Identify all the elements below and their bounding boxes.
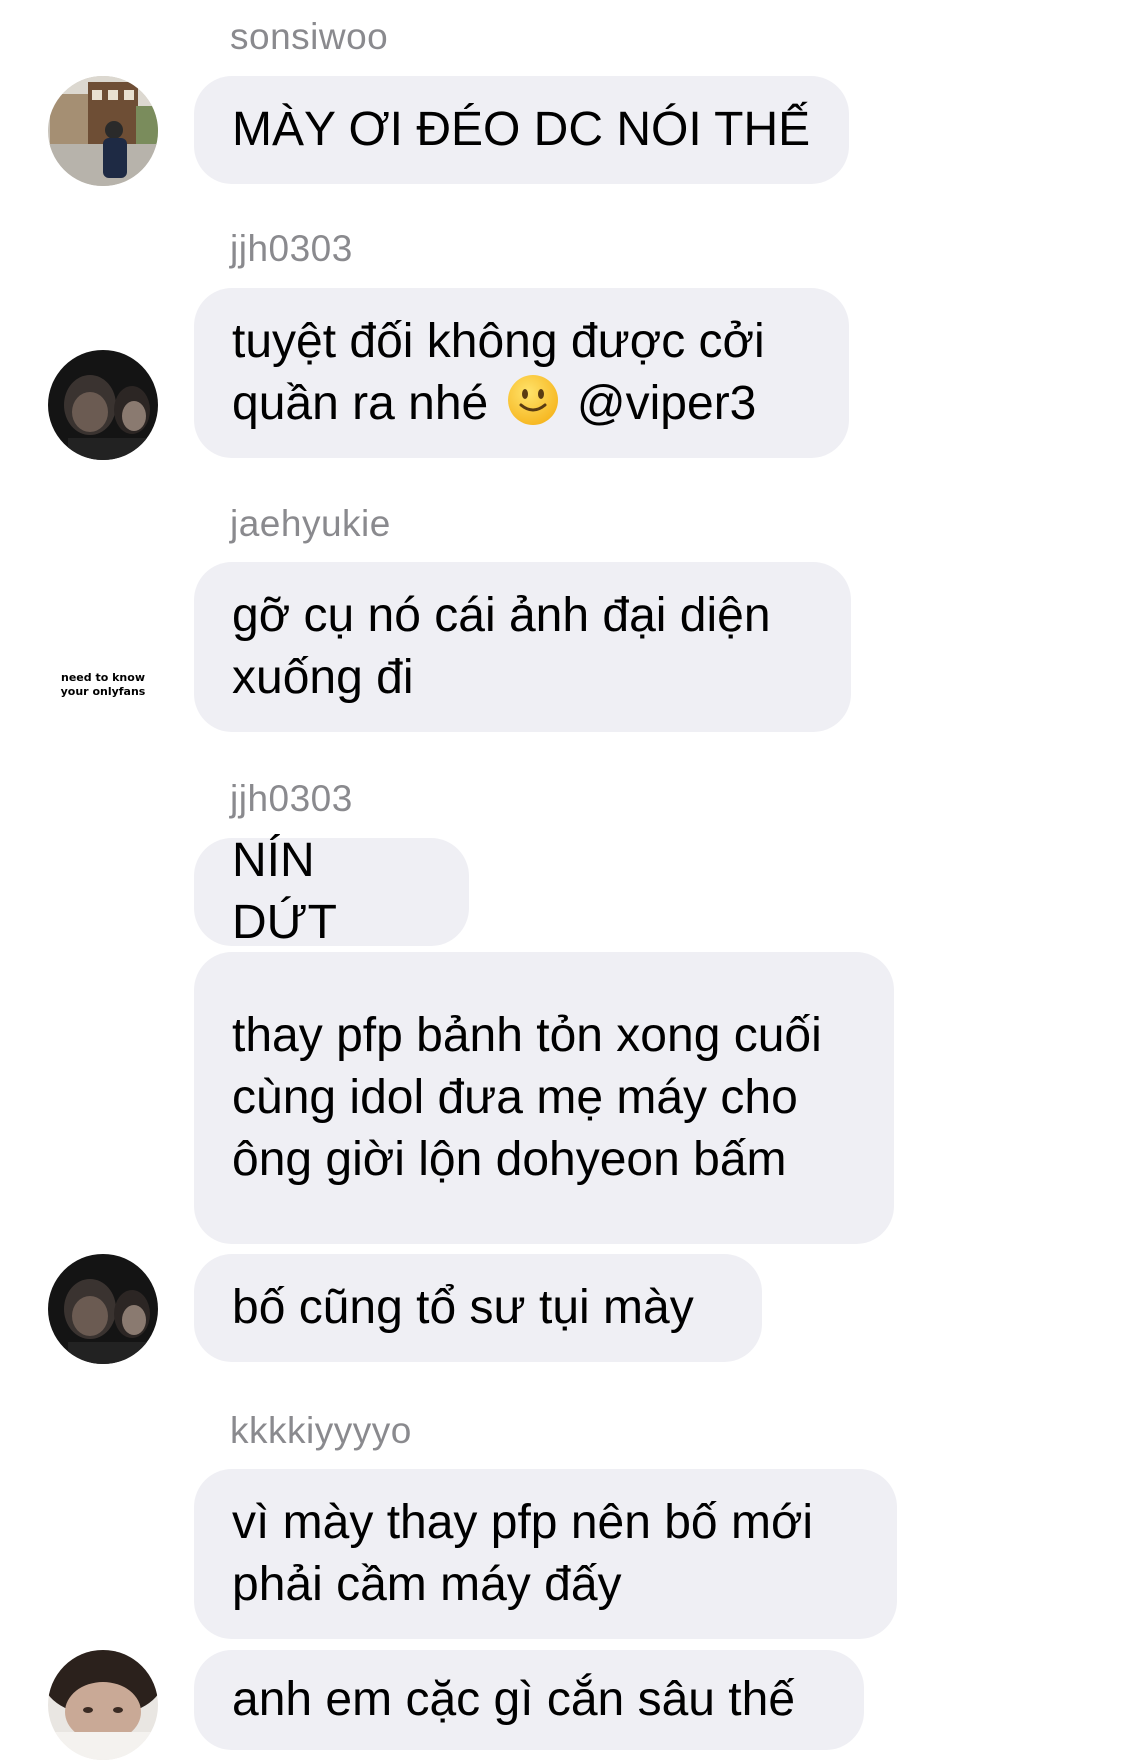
message-text: bố cũng tổ sư tụi mày [232,1281,694,1334]
sender-username[interactable]: jaehyukie [230,505,391,542]
message-bubble[interactable]: tuyệt đối không được cởi quần ra nhé @vi… [194,288,849,458]
message-bubble[interactable]: anh em cặc gì cắn sâu thế [194,1650,864,1750]
sender-username[interactable]: jjh0303 [230,230,353,267]
avatar[interactable] [48,1650,158,1760]
sender-username[interactable]: jjh0303 [230,780,353,817]
avatar[interactable] [48,76,158,186]
avatar-text-line: your onlyfans [60,685,146,698]
message-text: gỡ cụ nó cái ảnh đại diện xuống đi [232,589,771,704]
message-text: thay pfp bảnh tỏn xong cuối cùng idol đư… [232,1009,822,1186]
message-bubble[interactable]: gỡ cụ nó cái ảnh đại diện xuống đi [194,562,851,732]
mention-link[interactable]: @viper3 [577,377,756,430]
avatar[interactable]: need to know your onlyfans [48,630,158,740]
message-text: MÀY ƠI ĐÉO DC NÓI THẾ [232,103,811,156]
sender-username[interactable]: sonsiwoo [230,18,388,55]
slightly-smiling-face-icon [507,375,558,425]
message-bubble[interactable]: MÀY ƠI ĐÉO DC NÓI THẾ [194,76,849,184]
message-text: NÍN DỨT [232,834,337,949]
avatar-text-line: need to know [61,671,145,684]
message-text: tuyệt đối không được cởi quần ra nhé @vi… [232,311,811,435]
message-bubble[interactable]: vì mày thay pfp nên bố mới phải cầm máy … [194,1469,897,1639]
avatar[interactable] [48,350,158,460]
sender-username[interactable]: kkkkiyyyyo [230,1412,412,1449]
message-bubble[interactable]: thay pfp bảnh tỏn xong cuối cùng idol đư… [194,952,894,1244]
message-text: anh em cặc gì cắn sâu thế [232,1673,796,1726]
message-bubble[interactable]: NÍN DỨT [194,834,469,949]
message-bubble[interactable]: bố cũng tổ sư tụi mày [194,1254,762,1362]
avatar[interactable] [48,1254,158,1364]
message-text: vì mày thay pfp nên bố mới phải cầm máy … [232,1496,814,1611]
